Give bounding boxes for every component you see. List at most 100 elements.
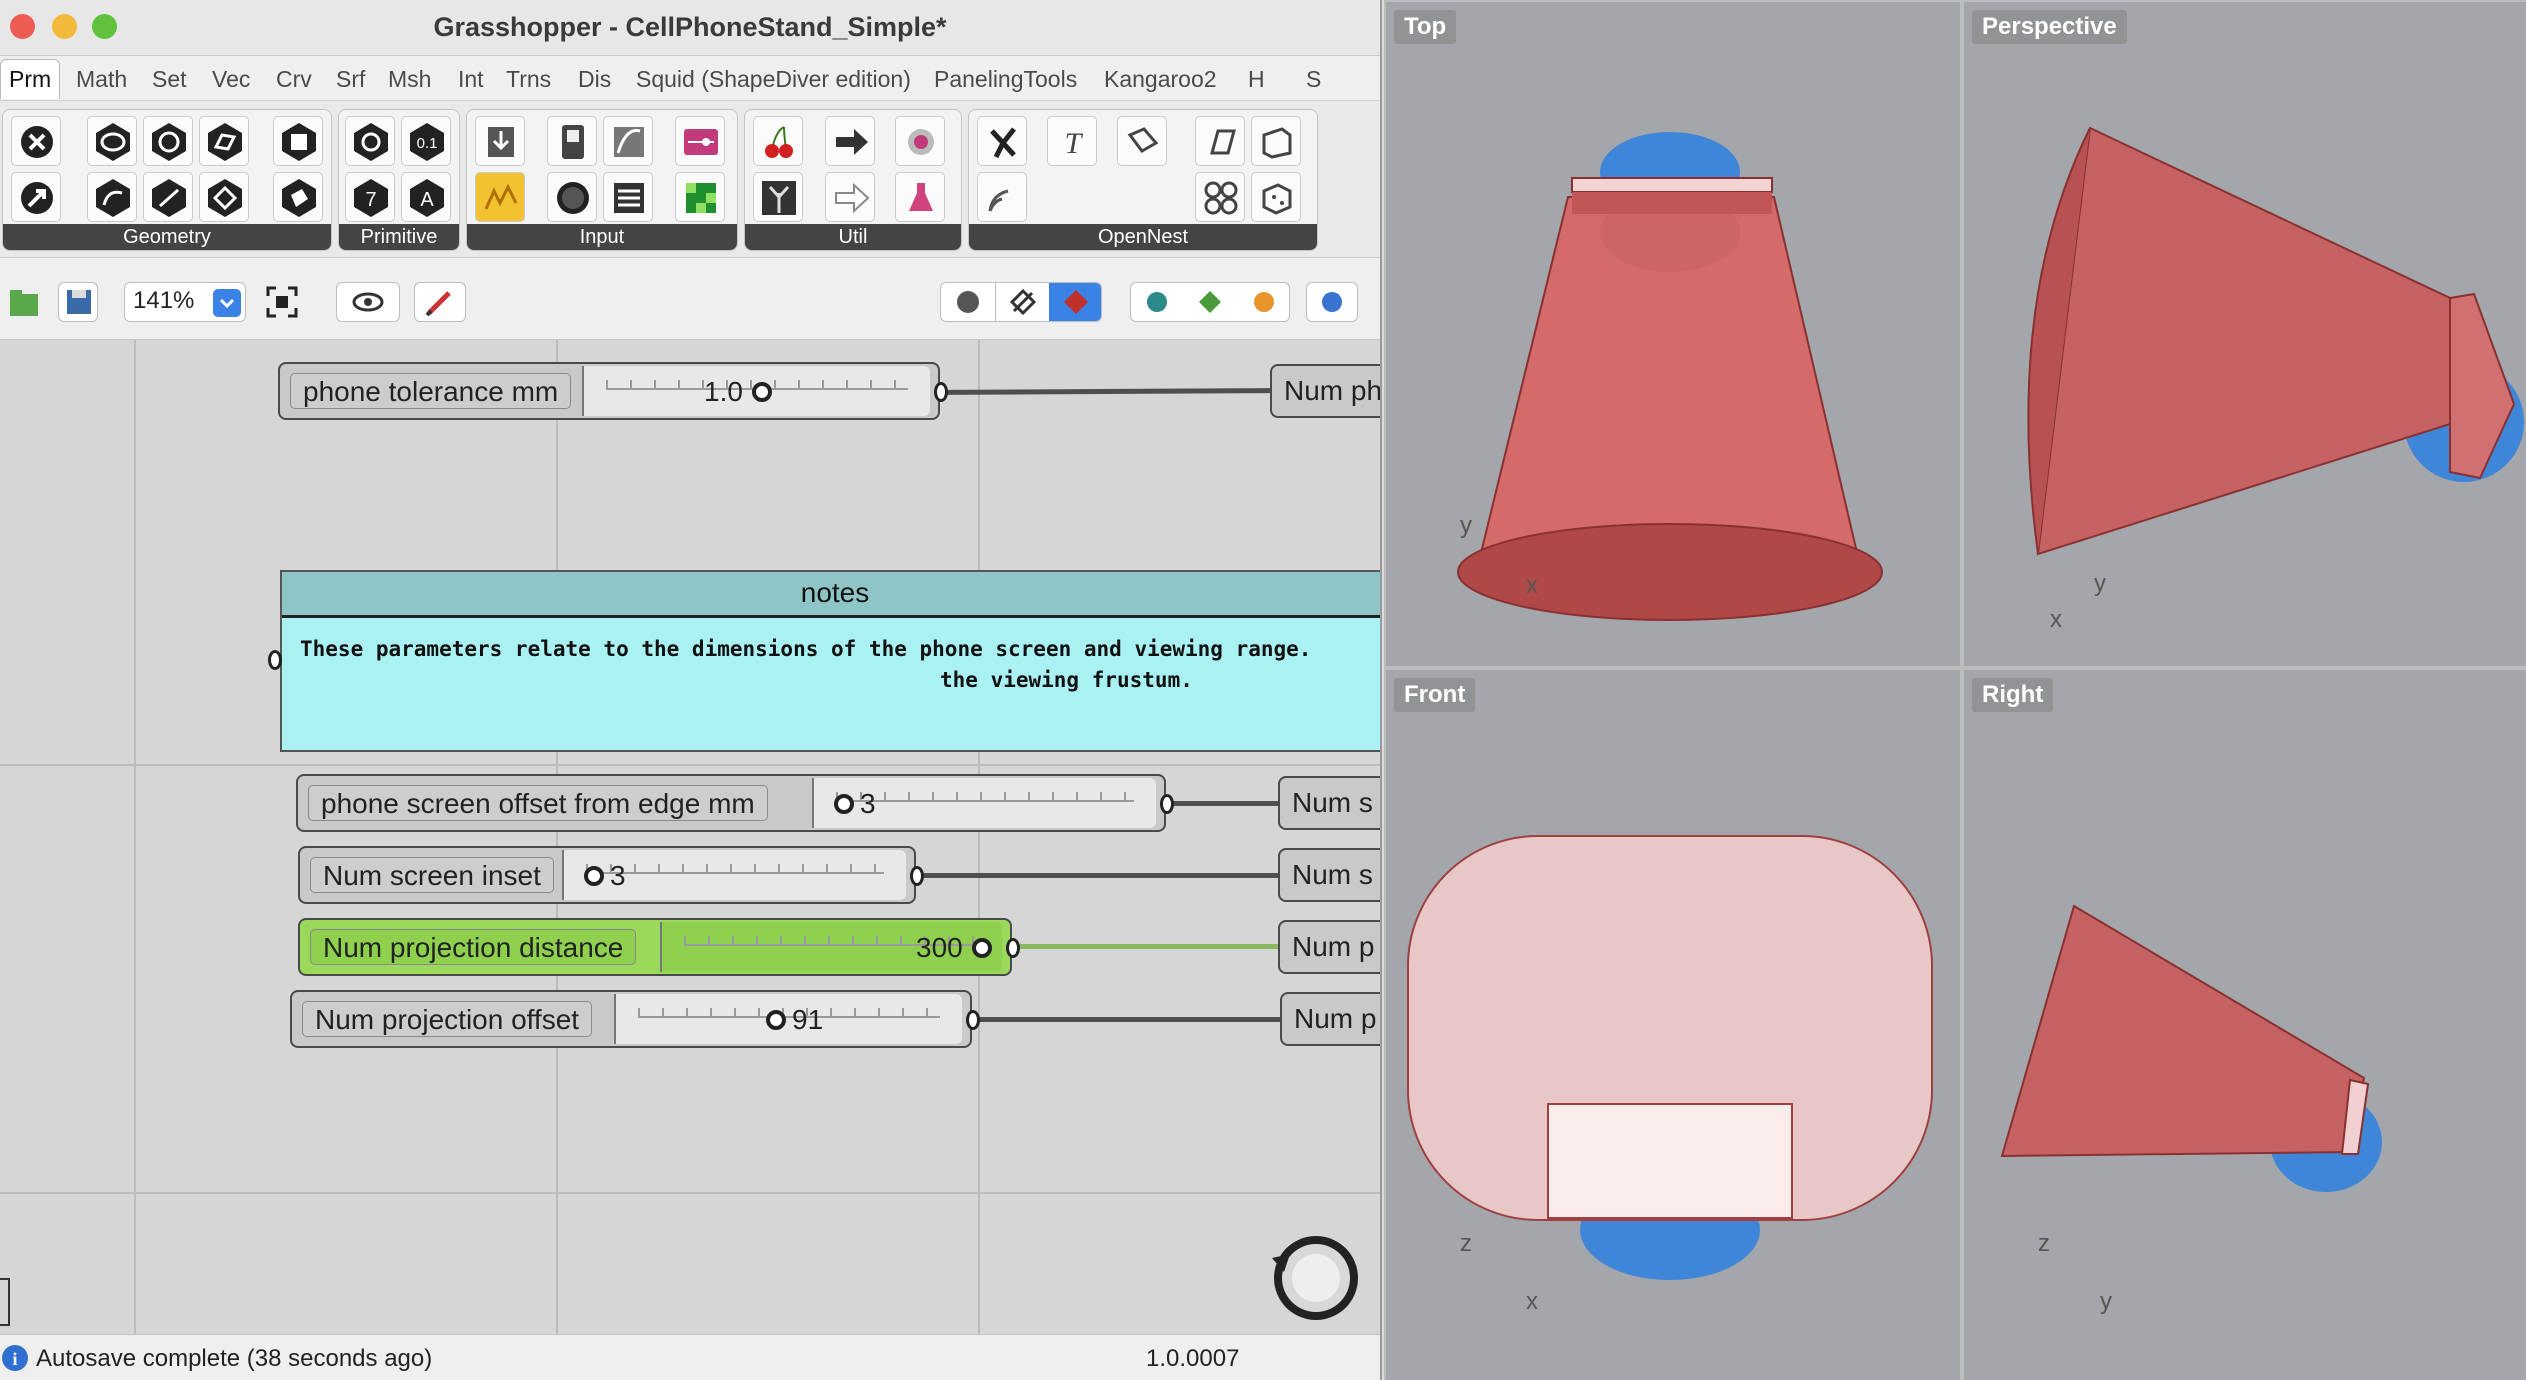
slider-screen-offset[interactable]: phone screen offset from edge mm 3 — [296, 774, 1174, 832]
tab-squid[interactable]: Squid (ShapeDiver edition) — [636, 66, 911, 93]
canvas-edge-handle[interactable] — [0, 1278, 10, 1326]
output-port[interactable] — [934, 382, 948, 402]
tab-vec[interactable]: Vec — [212, 66, 250, 93]
slider-grip[interactable] — [834, 794, 854, 814]
info-icon[interactable]: i — [2, 1345, 28, 1371]
no-preview-icon[interactable] — [941, 283, 995, 321]
text-tool-icon[interactable]: T — [1047, 116, 1097, 166]
box-param-icon[interactable] — [273, 116, 323, 166]
num-projection-param[interactable]: Num p — [1280, 992, 1380, 1046]
grid-array-icon[interactable] — [1195, 172, 1245, 222]
plane-param-icon[interactable] — [199, 172, 249, 222]
remove-icon[interactable] — [11, 116, 61, 166]
circle-param-icon[interactable] — [87, 116, 137, 166]
green-preview-icon[interactable] — [1184, 283, 1237, 321]
tab-int[interactable]: Int — [458, 66, 484, 93]
vector-param-icon[interactable] — [11, 172, 61, 222]
slider-phone-tolerance[interactable]: phone tolerance mm 1.0 — [278, 362, 948, 420]
tab-s[interactable]: S — [1306, 66, 1321, 93]
graph-mapper-icon[interactable] — [603, 116, 653, 166]
data-input-icon[interactable] — [475, 116, 525, 166]
flask-icon[interactable] — [895, 172, 945, 222]
open-file-icon[interactable] — [4, 282, 44, 322]
num-screen-param[interactable]: Num s — [1278, 848, 1380, 902]
tab-prm[interactable]: Prm — [0, 59, 61, 99]
text-param-icon[interactable]: A — [401, 172, 451, 222]
notes-panel[interactable]: notes These parameters relate to the dim… — [280, 570, 1380, 752]
slider-projection-distance[interactable]: Num projection distance 300 — [298, 918, 1020, 976]
slider-screen-inset[interactable]: Num screen inset 3 — [298, 846, 924, 904]
slider-grip[interactable] — [584, 866, 604, 886]
cherry-picker-icon[interactable] — [753, 116, 803, 166]
tab-kangaroo2[interactable]: Kangaroo2 — [1104, 66, 1217, 93]
slider-track[interactable]: 3 — [812, 778, 1156, 828]
slider-track[interactable]: 300 — [660, 922, 1002, 972]
slider-grip[interactable] — [766, 1010, 786, 1030]
material-preview-icon[interactable] — [1237, 283, 1289, 321]
viewport-right[interactable]: Right y z — [1964, 670, 2526, 1380]
tab-math[interactable]: Math — [76, 66, 127, 93]
slider-grip[interactable] — [752, 382, 772, 402]
colour-swatch-icon[interactable] — [675, 172, 725, 222]
curve-param-icon[interactable] — [87, 172, 137, 222]
output-port[interactable] — [910, 866, 924, 886]
num-phone-param[interactable]: Num ph — [1270, 364, 1380, 418]
arrow-right-icon[interactable] — [825, 116, 875, 166]
line-param-icon[interactable] — [143, 172, 193, 222]
slider-grip[interactable] — [972, 938, 992, 958]
zoom-select[interactable]: 141% — [124, 282, 246, 322]
wireframe-preview-icon[interactable] — [995, 283, 1049, 321]
slider-projection-offset[interactable]: Num projection offset 91 — [290, 990, 980, 1048]
tab-h[interactable]: H — [1248, 66, 1265, 93]
slider-input-icon[interactable] — [675, 116, 725, 166]
output-port[interactable] — [1006, 938, 1020, 958]
chevron-down-icon[interactable] — [213, 289, 241, 317]
brep-param-icon[interactable] — [273, 172, 323, 222]
slider-track[interactable]: 1.0 — [582, 366, 930, 416]
tree-icon[interactable] — [753, 172, 803, 222]
tab-srf[interactable]: Srf — [336, 66, 365, 93]
sphere-preview-icon[interactable] — [1306, 282, 1358, 322]
number-param-icon[interactable]: 0.1 — [401, 116, 451, 166]
opennest-logo-icon[interactable] — [977, 116, 1027, 166]
surface-param-icon[interactable] — [199, 116, 249, 166]
integer-param-icon[interactable]: 7 — [345, 172, 395, 222]
slider-track[interactable]: 3 — [562, 850, 906, 900]
button-input-icon[interactable] — [547, 172, 597, 222]
tab-panelingtools[interactable]: PanelingTools — [934, 66, 1077, 93]
wireless-icon[interactable] — [977, 172, 1027, 222]
tab-dis[interactable]: Dis — [578, 66, 611, 93]
num-screen-param[interactable]: Num s — [1278, 776, 1380, 830]
label-tool-icon[interactable] — [1117, 116, 1167, 166]
shaded-preview-icon[interactable] — [1049, 283, 1101, 321]
zoom-extents-icon[interactable] — [262, 282, 302, 322]
circular-arc-param-icon[interactable] — [143, 116, 193, 166]
viewport-top[interactable]: Top x y — [1386, 2, 1960, 666]
tab-set[interactable]: Set — [152, 66, 187, 93]
solver-spinner-icon[interactable] — [1260, 1228, 1368, 1328]
dice-icon[interactable] — [1251, 172, 1301, 222]
viewport-front[interactable]: Front x z — [1386, 670, 1960, 1380]
grasshopper-canvas[interactable]: phone tolerance mm 1.0 Num ph notes Thes… — [0, 340, 1380, 1334]
tab-trns[interactable]: Trns — [506, 66, 551, 93]
sheet-icon[interactable] — [1195, 116, 1245, 166]
output-port[interactable] — [1160, 794, 1174, 814]
box-outline-icon[interactable] — [1251, 116, 1301, 166]
toggle-input-icon[interactable] — [547, 116, 597, 166]
viewport-perspective[interactable]: Perspective y x — [1964, 2, 2526, 666]
teal-preview-icon[interactable] — [1131, 283, 1184, 321]
tab-crv[interactable]: Crv — [276, 66, 312, 93]
value-list-icon[interactable] — [603, 172, 653, 222]
input-port[interactable] — [268, 650, 282, 670]
num-projection-param[interactable]: Num p — [1278, 920, 1380, 974]
galapagos-icon[interactable] — [895, 116, 945, 166]
save-file-icon[interactable] — [58, 282, 98, 322]
boolean-param-icon[interactable] — [345, 116, 395, 166]
arrow-outline-icon[interactable] — [825, 172, 875, 222]
output-port[interactable] — [966, 1010, 980, 1030]
tab-msh[interactable]: Msh — [388, 66, 431, 93]
preview-eye-icon[interactable] — [336, 282, 400, 322]
sketch-pen-icon[interactable] — [414, 282, 466, 322]
slider-track[interactable]: 91 — [614, 994, 962, 1044]
gradient-icon[interactable] — [475, 172, 525, 222]
